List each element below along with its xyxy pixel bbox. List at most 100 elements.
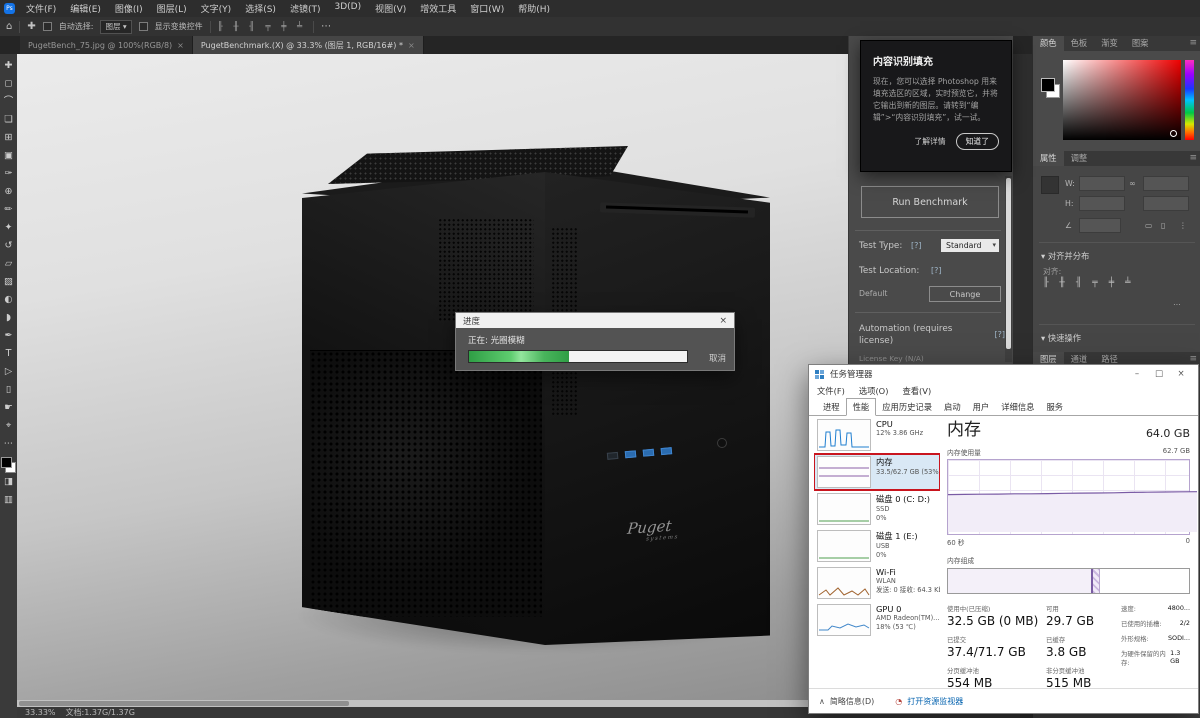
distribute-icons[interactable]: ╤ ╪ ╧ <box>265 22 306 32</box>
perf-item-memory[interactable]: 内存33.5/62.7 GB (53%) <box>814 454 940 490</box>
tool-edit-toolbar[interactable]: ⋯ <box>0 435 17 453</box>
menubar-item[interactable]: 窗口(W) <box>463 2 511 15</box>
panel-tab[interactable]: 渐变 <box>1094 36 1125 51</box>
width-field[interactable] <box>1079 176 1125 191</box>
open-resource-monitor-link[interactable]: 打开资源监视器 <box>907 696 963 707</box>
x-field[interactable] <box>1143 176 1189 191</box>
foreground-color-swatch[interactable] <box>1 457 12 468</box>
close-icon[interactable]: × <box>408 41 415 50</box>
menubar-item[interactable]: 文件(F) <box>19 2 63 15</box>
tool-lasso[interactable]: ⌒ <box>0 93 17 111</box>
hue-slider[interactable] <box>1185 60 1194 140</box>
tool-pen[interactable]: ✒ <box>0 327 17 345</box>
tm-tab-性能[interactable]: 性能 <box>846 398 877 416</box>
home-icon[interactable]: ⌂ <box>6 18 12 36</box>
foreground-background-swatches[interactable] <box>1 457 16 473</box>
tool-type[interactable]: T <box>0 345 17 363</box>
document-tab[interactable]: PugetBench_75.jpg @ 100%(RGB/8) × <box>20 36 193 54</box>
tool-clone-stamp[interactable]: ✦ <box>0 219 17 237</box>
align-heading[interactable]: ▾ 对齐并分布 <box>1041 250 1089 262</box>
panel-menu-icon[interactable]: ≡ <box>1189 36 1197 51</box>
tool-marquee[interactable]: ◻ <box>0 75 17 93</box>
panel-tab[interactable]: 属性 <box>1033 151 1064 166</box>
panel-menu-icon[interactable]: ≡ <box>1189 151 1197 166</box>
align-icons[interactable]: ╟ ╫ ╢ <box>218 22 259 32</box>
tm-menu-item[interactable]: 查看(V) <box>902 385 931 397</box>
panel-tab[interactable]: 色板 <box>1064 36 1095 51</box>
tool-object-selection[interactable]: ❏ <box>0 111 17 129</box>
change-location-button[interactable]: Change <box>929 286 1001 302</box>
menubar-item[interactable]: 滤镜(T) <box>283 2 328 15</box>
learn-more-button[interactable]: 了解详情 <box>914 136 945 147</box>
tm-menu-item[interactable]: 文件(F) <box>817 385 845 397</box>
tm-tab-应用历史记录[interactable]: 应用历史记录 <box>876 399 938 415</box>
maximize-button[interactable]: □ <box>1148 369 1170 379</box>
more-icon[interactable]: ⋮ <box>1179 221 1187 230</box>
menubar-item[interactable]: 图像(I) <box>108 2 150 15</box>
auto-select-checkbox[interactable] <box>43 22 52 31</box>
panel-tab[interactable]: 图案 <box>1125 36 1156 51</box>
tm-tab-用户[interactable]: 用户 <box>967 399 996 415</box>
align-left-icon[interactable]: ╟ <box>1043 278 1048 288</box>
help-icon[interactable]: [?] <box>931 266 942 275</box>
tool-shape[interactable]: ▯ <box>0 381 17 399</box>
show-transform-checkbox[interactable] <box>139 22 148 31</box>
help-icon[interactable]: [?] <box>995 330 1006 339</box>
align-center-h-icon[interactable]: ╫ <box>1059 278 1064 288</box>
tm-tab-服务[interactable]: 服务 <box>1040 399 1069 415</box>
color-field[interactable] <box>1063 60 1181 140</box>
menubar-item[interactable]: 编辑(E) <box>63 2 108 15</box>
tool-eraser[interactable]: ▱ <box>0 255 17 273</box>
tool-blur[interactable]: ◐ <box>0 291 17 309</box>
scrollbar-thumb[interactable] <box>19 701 349 706</box>
menubar-item[interactable]: 增效工具 <box>413 2 463 15</box>
color-picker-marker[interactable] <box>1170 130 1177 137</box>
move-tool-icon[interactable]: ✚ <box>27 18 35 36</box>
panel-tab[interactable]: 调整 <box>1064 151 1095 166</box>
run-benchmark-button[interactable]: Run Benchmark <box>861 186 999 218</box>
align-bottom-icon[interactable]: ╧ <box>1125 278 1130 288</box>
tool-screen-mode[interactable]: ▥ <box>0 491 17 509</box>
tool-path-selection[interactable]: ▷ <box>0 363 17 381</box>
perf-item-disk[interactable]: 磁盘 1 (E:)USB0% <box>814 528 940 564</box>
tm-tab-进程[interactable]: 进程 <box>817 399 846 415</box>
align-more-icon[interactable]: ⋯ <box>1173 300 1181 309</box>
collapse-icon[interactable]: ∧ <box>819 697 825 706</box>
document-tab-active[interactable]: PugetBenchmark.(X) @ 33.3% (图层 1, RGB/16… <box>193 36 424 54</box>
panel-tab[interactable]: 颜色 <box>1033 36 1064 51</box>
tool-gradient[interactable]: ▨ <box>0 273 17 291</box>
tool-dodge[interactable]: ◗ <box>0 309 17 327</box>
tool-healing-brush[interactable]: ⊕ <box>0 183 17 201</box>
angle-field[interactable] <box>1079 218 1121 233</box>
tool-zoom[interactable]: ⌖ <box>0 417 17 435</box>
close-button[interactable]: × <box>1170 369 1192 379</box>
menubar-item[interactable]: 视图(V) <box>368 2 413 15</box>
flip-vertical-icon[interactable]: ▯ <box>1161 221 1165 230</box>
panel-scrollbar[interactable] <box>1005 176 1012 362</box>
foreground-color-swatch[interactable] <box>1041 78 1055 92</box>
perf-item-wifi[interactable]: Wi-FiWLAN发送: 0 接收: 64.3 Kbps <box>814 565 940 601</box>
tm-menu-item[interactable]: 选项(O) <box>859 385 889 397</box>
tool-history-brush[interactable]: ↺ <box>0 237 17 255</box>
quick-actions-heading[interactable]: ▾ 快速操作 <box>1041 332 1081 344</box>
tool-crop[interactable]: ⊞ <box>0 129 17 147</box>
tool-eyedropper[interactable]: ✑ <box>0 165 17 183</box>
tool-quick-mask[interactable]: ◨ <box>0 473 17 491</box>
tool-move[interactable]: ✚ <box>0 57 17 75</box>
menubar-item[interactable]: 帮助(H) <box>511 2 557 15</box>
menubar-item[interactable]: 选择(S) <box>238 2 283 15</box>
perf-item-gpu[interactable]: GPU 0AMD Radeon(TM)...18% (53 ℃) <box>814 602 940 638</box>
tool-hand[interactable]: ☛ <box>0 399 17 417</box>
perf-item-disk[interactable]: 磁盘 0 (C: D:)SSD0% <box>814 491 940 527</box>
align-right-icon[interactable]: ╢ <box>1076 278 1081 288</box>
align-center-v-icon[interactable]: ╪ <box>1109 278 1114 288</box>
tool-frame[interactable]: ▣ <box>0 147 17 165</box>
zoom-level[interactable]: 33.33% <box>25 708 56 717</box>
more-options-icon[interactable]: ⋯ <box>321 18 331 36</box>
close-icon[interactable]: × <box>177 41 184 50</box>
fewer-details-toggle[interactable]: 简略信息(D) <box>830 696 874 707</box>
got-it-button[interactable]: 知道了 <box>956 133 999 150</box>
task-manager-titlebar[interactable]: 任务管理器 – □ × <box>809 365 1198 383</box>
flip-horizontal-icon[interactable]: ▭ <box>1145 221 1152 230</box>
menubar-item[interactable]: 文字(Y) <box>194 2 239 15</box>
